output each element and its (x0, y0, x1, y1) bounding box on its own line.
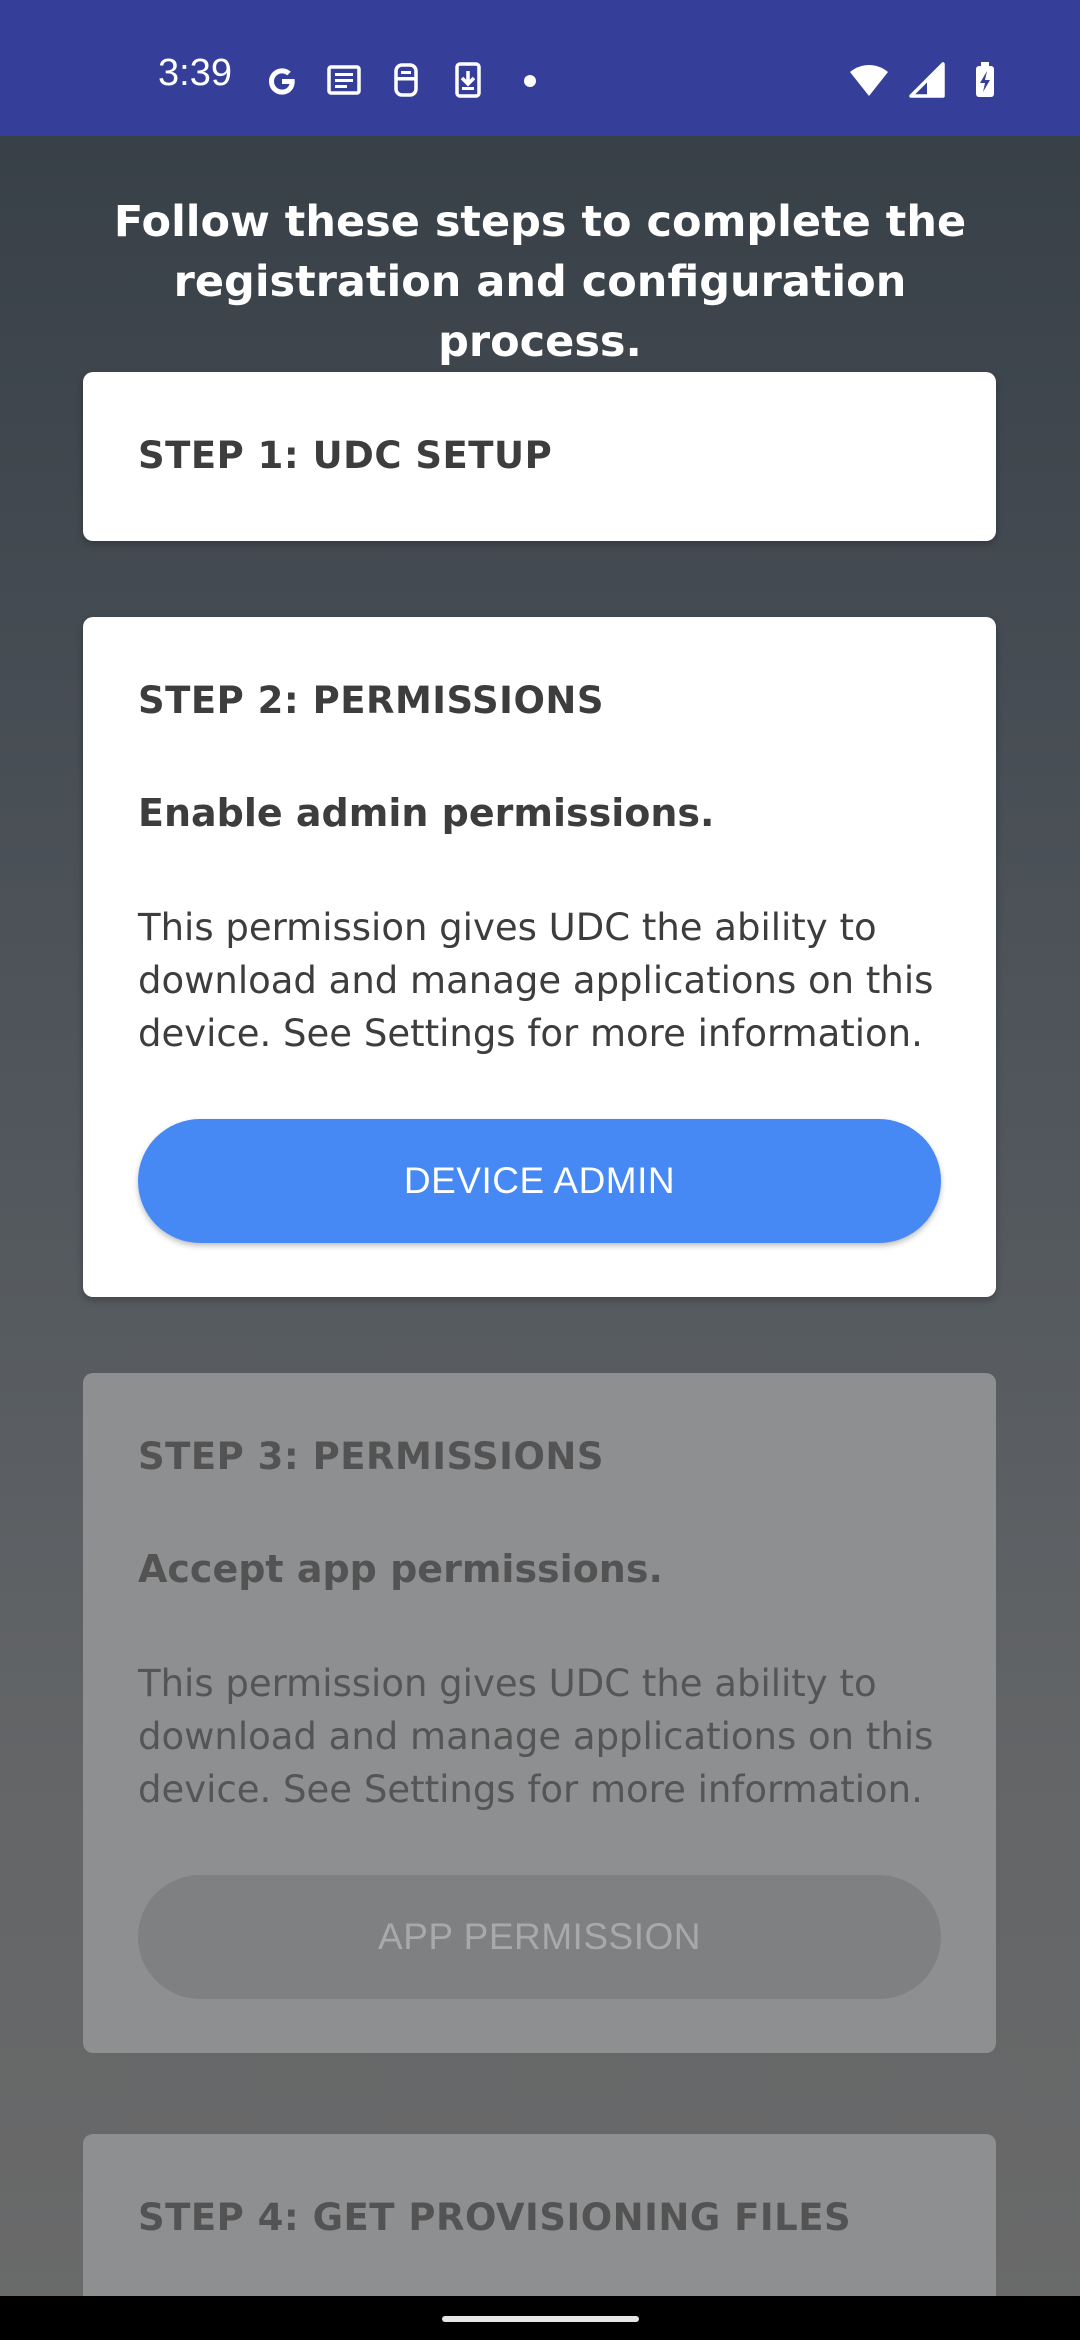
step-2-description: This permission gives UDC the ability to… (138, 906, 934, 1055)
step-3-description: This permission gives UDC the ability to… (138, 1662, 934, 1811)
step-2-title: STEP 2: PERMISSIONS (138, 679, 605, 722)
step-1-card[interactable]: STEP 1: UDC SETUP (83, 372, 996, 541)
step-4-title: STEP 4: GET PROVISIONING FILES (138, 2196, 852, 2239)
dot-icon (510, 60, 550, 100)
device-admin-button[interactable]: DEVICE ADMIN (138, 1119, 941, 1243)
step-1-title: STEP 1: UDC SETUP (138, 434, 553, 477)
step-2-card: STEP 2: PERMISSIONS Enable admin permiss… (83, 617, 996, 1297)
signal-icon (907, 60, 947, 100)
google-icon (262, 60, 302, 100)
app-permission-button: APP PERMISSION (138, 1875, 941, 1999)
step-3-title: STEP 3: PERMISSIONS (138, 1435, 605, 1478)
download-icon (448, 60, 488, 100)
step-3-card: STEP 3: PERMISSIONS Accept app permissio… (83, 1373, 996, 2053)
system-icons (849, 60, 1005, 100)
news-icon (324, 60, 364, 100)
step-2-subtitle: Enable admin permissions. (138, 791, 715, 835)
status-bar: 3:39 (0, 0, 1080, 136)
wifi-icon (849, 60, 889, 100)
intro-text: Follow these steps to complete the regis… (113, 197, 967, 367)
step-4-card: STEP 4: GET PROVISIONING FILES (83, 2134, 996, 2296)
step-3-subtitle: Accept app permissions. (138, 1547, 663, 1591)
notification-icons (262, 60, 550, 100)
vpn-icon (386, 60, 426, 100)
home-gesture-handle[interactable] (442, 2316, 639, 2322)
status-time: 3:39 (158, 52, 232, 94)
battery-charging-icon (965, 60, 1005, 100)
